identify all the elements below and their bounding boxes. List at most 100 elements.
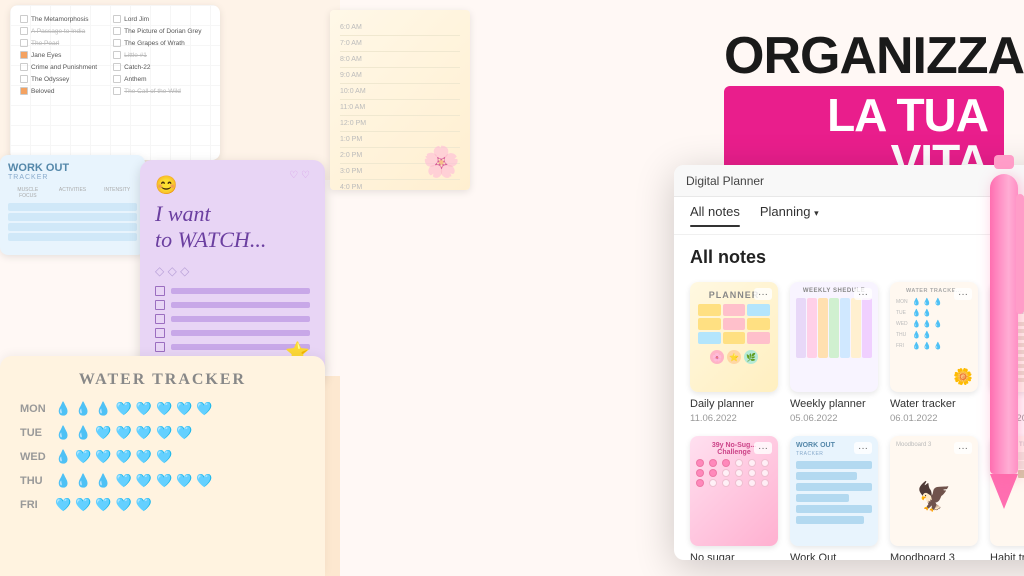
checkbox-checked[interactable] — [20, 87, 28, 95]
checklist-item — [155, 314, 310, 324]
challenge-dot — [761, 479, 769, 487]
more-options-button[interactable]: ··· — [854, 288, 872, 300]
note-thumbnail: ··· 39y No-Sug...Challenge — [690, 436, 778, 546]
drop-filled: 💧 — [55, 473, 71, 489]
note-card-daily-planner[interactable]: ··· PLANNER — [690, 282, 778, 424]
challenge-dot — [722, 479, 730, 487]
checkbox[interactable] — [20, 39, 28, 47]
note-label: Weekly planner — [790, 398, 878, 411]
note-card-water-tracker[interactable]: ··· WATER TRACKE... MON 💧💧💧 TUE 💧💧 WED — [890, 282, 978, 424]
note-card-workout[interactable]: ··· WORK OUT TRACKER Work Out — [790, 436, 878, 560]
sticker: 🌿 — [744, 350, 758, 364]
sticker: ⭐ — [727, 350, 741, 364]
book-title: Lord Jim — [124, 16, 149, 23]
planner-cell — [723, 304, 746, 316]
drop-outline: 🩵 — [116, 401, 132, 417]
weekly-grid — [796, 298, 872, 358]
checklist-item — [155, 328, 310, 338]
checkbox[interactable] — [155, 286, 165, 296]
day-label: THU — [896, 332, 910, 338]
note-label: Water tracker — [890, 398, 978, 411]
smiley-icon: 😊 — [155, 175, 310, 196]
tab-planning[interactable]: Planning ▾ — [760, 204, 819, 227]
checkbox[interactable] — [20, 63, 28, 71]
checkbox[interactable] — [113, 87, 121, 95]
workout-bar — [796, 483, 872, 491]
workout-title: WORK OUT — [8, 163, 69, 174]
drop-outline: 🩵 — [116, 449, 132, 465]
checkbox[interactable] — [155, 342, 165, 352]
drop-filled: 💧 — [55, 425, 71, 441]
drop-outline: 🩵 — [136, 497, 152, 513]
checkbox[interactable] — [155, 314, 165, 324]
checkbox[interactable] — [113, 75, 121, 83]
checkbox[interactable] — [155, 328, 165, 338]
checklist-item — [155, 300, 310, 310]
checkbox[interactable] — [20, 75, 28, 83]
day-label: FRI — [896, 343, 910, 349]
schedule-line: 6:0 AM — [340, 20, 460, 36]
checkbox-checked[interactable] — [20, 51, 28, 59]
water-day-row: FRI 🩵 🩵 🩵 🩵 🩵 — [20, 497, 305, 513]
note-thumbnail: ··· PLANNER — [690, 282, 778, 392]
checkbox[interactable] — [113, 51, 121, 59]
weekly-day — [851, 298, 861, 358]
workout-tracker-panel: WORK OUT TRACKER MUSCLE FOCUS ACTIVITIES… — [0, 155, 145, 255]
drop-filled: 💧 — [55, 401, 71, 417]
water-day-row: MON 💧 💧 💧 🩵 🩵 🩵 🩵 🩵 — [20, 401, 305, 417]
checkbox[interactable] — [155, 300, 165, 310]
water-drops: 💧 💧 💧 🩵 🩵 🩵 🩵 🩵 — [55, 401, 213, 417]
window-titlebar: Digital Planner — □ ✕ — [674, 165, 1024, 197]
challenge-dot — [748, 469, 756, 477]
workout-bar — [796, 494, 849, 502]
challenge-dot — [761, 469, 769, 477]
note-card-no-sugar[interactable]: ··· 39y No-Sug...Challenge — [690, 436, 778, 560]
day-label: THU — [20, 475, 55, 487]
checkbox[interactable] — [113, 27, 121, 35]
more-options-button[interactable]: ··· — [954, 442, 972, 454]
weekly-day — [840, 298, 850, 358]
more-options-button[interactable]: ··· — [754, 288, 772, 300]
checkbox[interactable] — [20, 27, 28, 35]
hearts-decoration: ♡ ♡ — [289, 170, 310, 181]
note-thumbnail: ··· Moodboard 3 🦅 — [890, 436, 978, 546]
drop-outline: 🩵 — [116, 473, 132, 489]
item-line — [171, 302, 310, 308]
note-card-moodboard[interactable]: ··· Moodboard 3 🦅 Moodboard 3 11.06.2021 — [890, 436, 978, 560]
drop-filled: 💧 — [75, 401, 91, 417]
day-label: MON — [896, 299, 910, 305]
planner-grid — [698, 304, 770, 344]
water-drops: 💧 💧 💧 🩵 🩵 🩵 🩵 🩵 — [55, 473, 213, 489]
more-options-button[interactable]: ··· — [754, 442, 772, 454]
water-day-row: THU 💧 💧 💧 🩵 🩵 🩵 🩵 🩵 — [20, 473, 305, 489]
planner-cell — [698, 318, 721, 330]
schedule-line: 9:0 AM — [340, 68, 460, 84]
planner-cell — [698, 332, 721, 344]
checkbox[interactable] — [113, 63, 121, 71]
drop-outline: 🩵 — [75, 449, 91, 465]
more-options-button[interactable]: ··· — [954, 288, 972, 300]
note-card-weekly-planner[interactable]: ··· WEEKLY SHEDULE Weekly planner — [790, 282, 878, 424]
headline-line1: ORGANIZZA — [724, 30, 1004, 82]
water-tracker-title: WATER TRACKER — [20, 371, 305, 389]
book-title: Beloved — [31, 88, 55, 95]
checkbox[interactable] — [20, 15, 28, 23]
note-date: 05.06.2022 — [790, 413, 878, 424]
weekly-day — [818, 298, 828, 358]
item-line — [171, 316, 310, 322]
book-title: The Call of the Wild — [124, 88, 181, 95]
schedule-line: 8:0 AM — [340, 52, 460, 68]
more-options-button[interactable]: ··· — [854, 442, 872, 454]
book-title: The Pearl — [31, 40, 59, 47]
drop-outline: 🩵 — [136, 473, 152, 489]
col-label: MUSCLE FOCUS — [8, 187, 48, 199]
checkbox[interactable] — [113, 15, 121, 23]
challenge-dot — [709, 479, 717, 487]
challenge-dot — [696, 459, 704, 467]
book-title: A Passage to India — [31, 28, 85, 35]
book-title: The Metamorphosis — [31, 16, 88, 23]
tab-all-notes[interactable]: All notes — [690, 204, 740, 227]
challenge-dot — [696, 469, 704, 477]
note-thumbnail: ··· WEEKLY SHEDULE — [790, 282, 878, 392]
checkbox[interactable] — [113, 39, 121, 47]
